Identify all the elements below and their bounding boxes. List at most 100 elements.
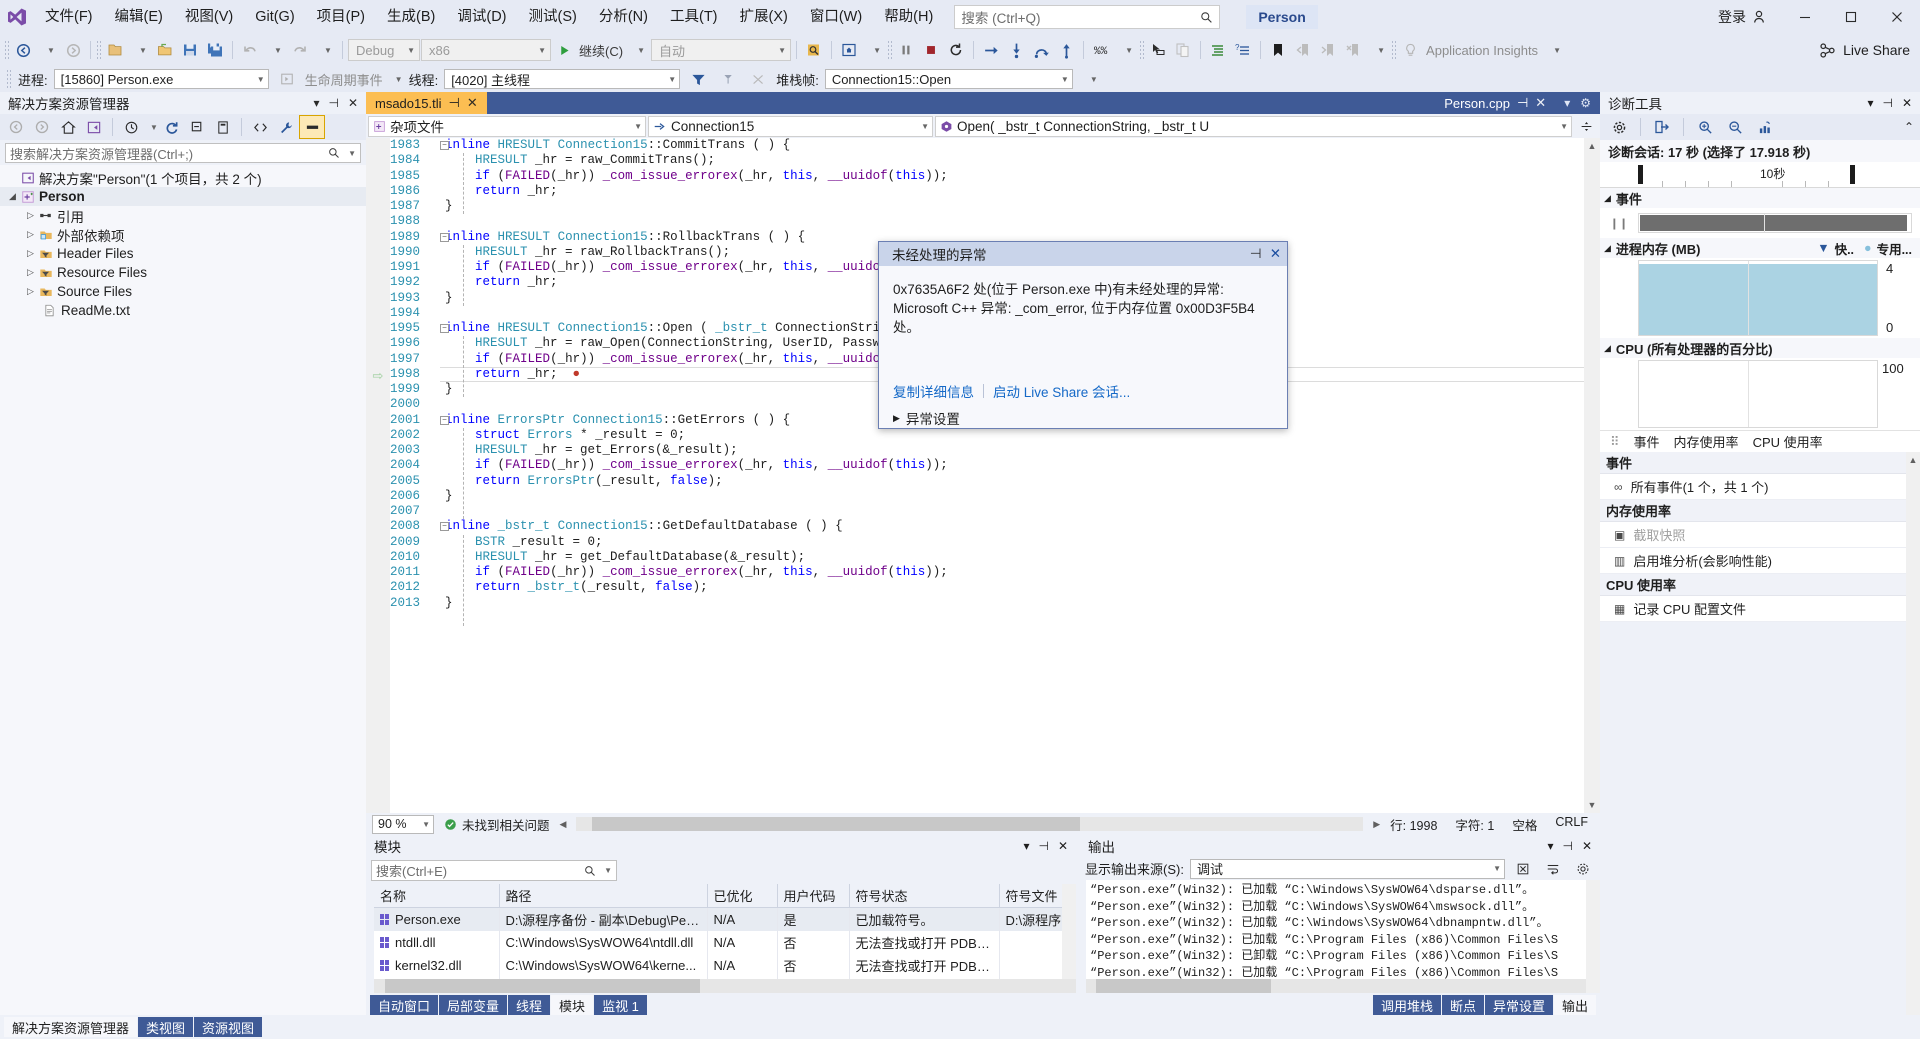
- tree-node-resource-files[interactable]: ▷ Resource Files: [0, 263, 366, 282]
- code-line[interactable]: 2011 if (FAILED(_hr)) _com_issue_errorex…: [390, 565, 1584, 580]
- thread-combo[interactable]: [4020] 主线程 ▼: [444, 69, 681, 89]
- expander-icon-open[interactable]: ◢: [1604, 243, 1611, 254]
- uncomment-lines-button[interactable]: ?: [1231, 37, 1255, 63]
- project-chip[interactable]: Person: [1246, 5, 1318, 29]
- menu-file[interactable]: 文件(F): [34, 0, 104, 34]
- home-icon[interactable]: [56, 116, 80, 138]
- save-button[interactable]: [178, 37, 202, 63]
- unflag-threads-icon[interactable]: [746, 66, 770, 92]
- solution-explorer-dropdown-icon[interactable]: ▾: [313, 96, 319, 110]
- tab-close-icon[interactable]: ✕: [1535, 95, 1546, 111]
- menu-analyze[interactable]: 分析(N): [588, 0, 659, 34]
- menu-view[interactable]: 视图(V): [174, 0, 244, 34]
- tree-node-header-files[interactable]: ▷ Header Files: [0, 244, 366, 263]
- code-line[interactable]: 1983 inline HRESULT Connection15::Commit…: [390, 138, 1584, 153]
- pending-changes-icon[interactable]: [119, 116, 143, 138]
- tree-project-person[interactable]: ◢ Person: [0, 187, 366, 206]
- code-editor[interactable]: ⇨ 1983 inline HRESULT Connection15::Comm…: [366, 138, 1600, 813]
- expander-icon-open[interactable]: ◢: [1604, 343, 1611, 354]
- lifecycle-events-icon[interactable]: [275, 66, 299, 92]
- navbar-type-combo[interactable]: Connection15 ▼: [648, 115, 933, 137]
- forward-icon[interactable]: [30, 116, 54, 138]
- hscroll-right-icon[interactable]: ▶: [1373, 816, 1380, 833]
- close-button[interactable]: [1874, 0, 1920, 34]
- modules-col-name[interactable]: 名称: [374, 884, 500, 908]
- collapse-region-icon[interactable]: −: [440, 141, 449, 150]
- modules-hscrollbar[interactable]: [374, 979, 1076, 993]
- show-all-files-icon[interactable]: [211, 116, 235, 138]
- code-line[interactable]: 1987 }: [390, 199, 1584, 214]
- redo-dropdown[interactable]: ▼: [313, 37, 337, 63]
- expander-icon[interactable]: ▷: [24, 286, 37, 297]
- dt-memory-graph[interactable]: 4 0: [1600, 258, 1920, 338]
- dt-dropdown-icon[interactable]: ▾: [1867, 96, 1873, 110]
- expander-icon[interactable]: ▷: [24, 267, 37, 278]
- tab-exception-settings[interactable]: 异常设置: [1484, 995, 1553, 1015]
- tab-threads[interactable]: 线程: [508, 995, 551, 1015]
- app-insights-dropdown[interactable]: ▼: [1542, 37, 1566, 63]
- code-line[interactable]: 1984 HRESULT _hr = raw_CommitTrans();: [390, 153, 1584, 168]
- bookmarks-dropdown[interactable]: ▼: [1366, 37, 1390, 63]
- output-text[interactable]: “Person.exe”(Win32): 已加载 “C:\Windows\Sys…: [1086, 880, 1586, 993]
- open-file-button[interactable]: [153, 37, 177, 63]
- editor-code-surface[interactable]: 1983 inline HRESULT Connection15::Commit…: [390, 138, 1584, 813]
- preview-selected-items-icon[interactable]: [299, 115, 325, 139]
- code-line[interactable]: 2004 if (FAILED(_hr)) _com_issue_errorex…: [390, 458, 1584, 473]
- copy-details-link[interactable]: 复制详细信息: [893, 381, 974, 401]
- editor-horizontal-scrollbar[interactable]: [576, 817, 1364, 831]
- tab-modules[interactable]: 模块: [551, 995, 594, 1015]
- tab-call-stack[interactable]: 调用堆栈: [1372, 995, 1441, 1015]
- code-line[interactable]: 2012 return _bstr_t(_result, false);: [390, 580, 1584, 595]
- dt-detail-scrollbar[interactable]: ▲: [1906, 452, 1920, 1015]
- continue-dropdown[interactable]: ▼: [626, 37, 650, 63]
- show-next-statement-button[interactable]: [979, 37, 1003, 63]
- modules-col-symstatus[interactable]: 符号状态: [849, 884, 1000, 908]
- pin-icon[interactable]: ⊣: [1562, 839, 1572, 853]
- comment-lines-button[interactable]: [1206, 37, 1230, 63]
- tab-pin-icon[interactable]: ⊣: [448, 95, 459, 111]
- dt-events-section-header[interactable]: ◢ 事件: [1600, 188, 1920, 208]
- tree-node-external-dependencies[interactable]: ▷ 外部依赖项: [0, 225, 366, 244]
- tab-solution-explorer[interactable]: 解决方案资源管理器: [4, 1017, 138, 1037]
- refresh-icon[interactable]: [159, 116, 183, 138]
- toolbar-grip-3[interactable]: [887, 40, 894, 60]
- editor-glyph-margin[interactable]: ⇨: [366, 138, 390, 813]
- code-line[interactable]: 1988: [390, 214, 1584, 229]
- toggle-bookmark-button[interactable]: [1266, 37, 1290, 63]
- output-hscroll-thumb[interactable]: [1096, 979, 1271, 993]
- pending-changes-dropdown[interactable]: ▼: [145, 116, 158, 138]
- navbar-member-combo[interactable]: Open( _bstr_t ConnectionString, _bstr_t …: [935, 115, 1572, 137]
- close-icon[interactable]: ✕: [1902, 96, 1912, 110]
- stackframe-combo[interactable]: Connection15::Open ▼: [824, 69, 1073, 89]
- output-source-combo[interactable]: 调试 ▼: [1189, 858, 1505, 879]
- solution-platform-combo[interactable]: x86 ▼: [421, 39, 551, 61]
- back-icon[interactable]: [4, 116, 28, 138]
- tab-class-view[interactable]: 类视图: [138, 1017, 194, 1037]
- new-project-dropdown[interactable]: ▼: [128, 37, 152, 63]
- live-share-button[interactable]: Live Share: [1819, 42, 1910, 59]
- tree-solution-root[interactable]: 解决方案"Person"(1 个项目，共 2 个): [0, 168, 366, 187]
- collapse-region-icon[interactable]: −: [440, 232, 449, 242]
- dt-cpu-graph[interactable]: 100: [1600, 358, 1920, 430]
- login-button[interactable]: 登录: [1704, 7, 1782, 27]
- close-icon[interactable]: ✕: [1582, 839, 1592, 853]
- tree-node-references[interactable]: ▷ 引用: [0, 206, 366, 225]
- switch-views-icon[interactable]: [82, 116, 106, 138]
- code-line[interactable]: 2007: [390, 504, 1584, 519]
- tab-pin-icon[interactable]: ⊣: [1517, 95, 1528, 111]
- process-combo[interactable]: [15860] Person.exe ▼: [53, 69, 269, 89]
- lifecycle-dropdown[interactable]: ▼: [395, 75, 403, 84]
- step-over-button[interactable]: [1029, 37, 1053, 63]
- code-line[interactable]: 2003 HRESULT _hr = get_Errors(&_result);: [390, 443, 1584, 458]
- toolbar-grip[interactable]: [4, 40, 10, 60]
- disassembly-button[interactable]: %%: [1089, 37, 1113, 63]
- maximize-button[interactable]: [1828, 0, 1874, 34]
- code-line[interactable]: 2005 return ErrorsPtr(_result, false);: [390, 474, 1584, 489]
- previous-bookmark-button[interactable]: [1291, 37, 1315, 63]
- exception-close-icon[interactable]: ✕: [1270, 246, 1281, 262]
- split-editor-icon[interactable]: [1574, 113, 1598, 139]
- continue-button[interactable]: [552, 37, 576, 63]
- menu-test[interactable]: 测试(S): [518, 0, 588, 34]
- list-item[interactable]: ▣ 截取快照: [1600, 522, 1906, 548]
- modules-dropdown-icon[interactable]: ▾: [1023, 839, 1029, 853]
